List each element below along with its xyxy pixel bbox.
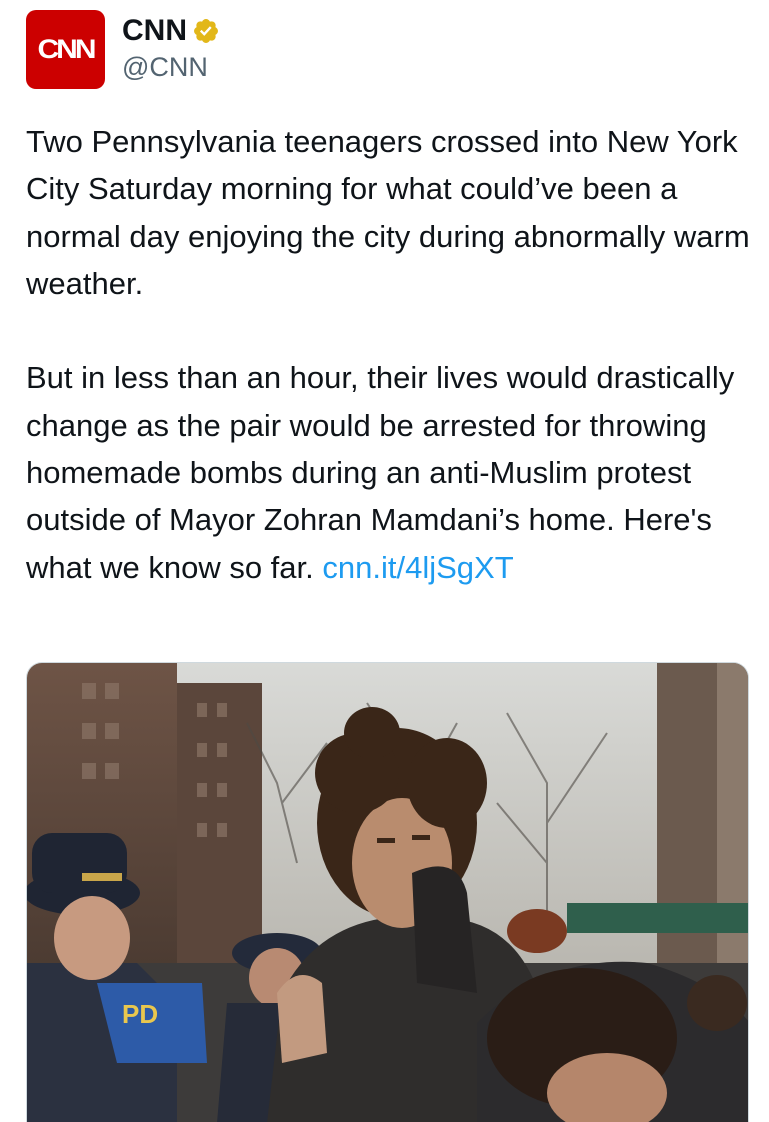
cnn-logo: CNN (37, 34, 97, 64)
tweet-paragraph-2: But in less than an hour, their lives wo… (26, 354, 756, 590)
avatar[interactable]: CNN (26, 10, 105, 89)
photo-illustration: PD (27, 663, 748, 1122)
tweet-photo[interactable]: PD (26, 662, 749, 1122)
tweet-paragraph-1: Two Pennsylvania teenagers crossed into … (26, 124, 759, 301)
name-row: CNN (122, 14, 220, 48)
article-link[interactable]: cnn.it/4ljSgXT (322, 550, 513, 585)
tweet-body: Two Pennsylvania teenagers crossed into … (26, 118, 756, 591)
tweet-header: CNN CNN @CNN (26, 10, 220, 90)
display-name[interactable]: CNN (122, 14, 187, 48)
nypd-jacket-text: PD (122, 999, 158, 1029)
verified-badge-icon (194, 19, 218, 43)
author-handle[interactable]: @CNN (122, 50, 220, 84)
author-names: CNN @CNN (122, 10, 220, 84)
